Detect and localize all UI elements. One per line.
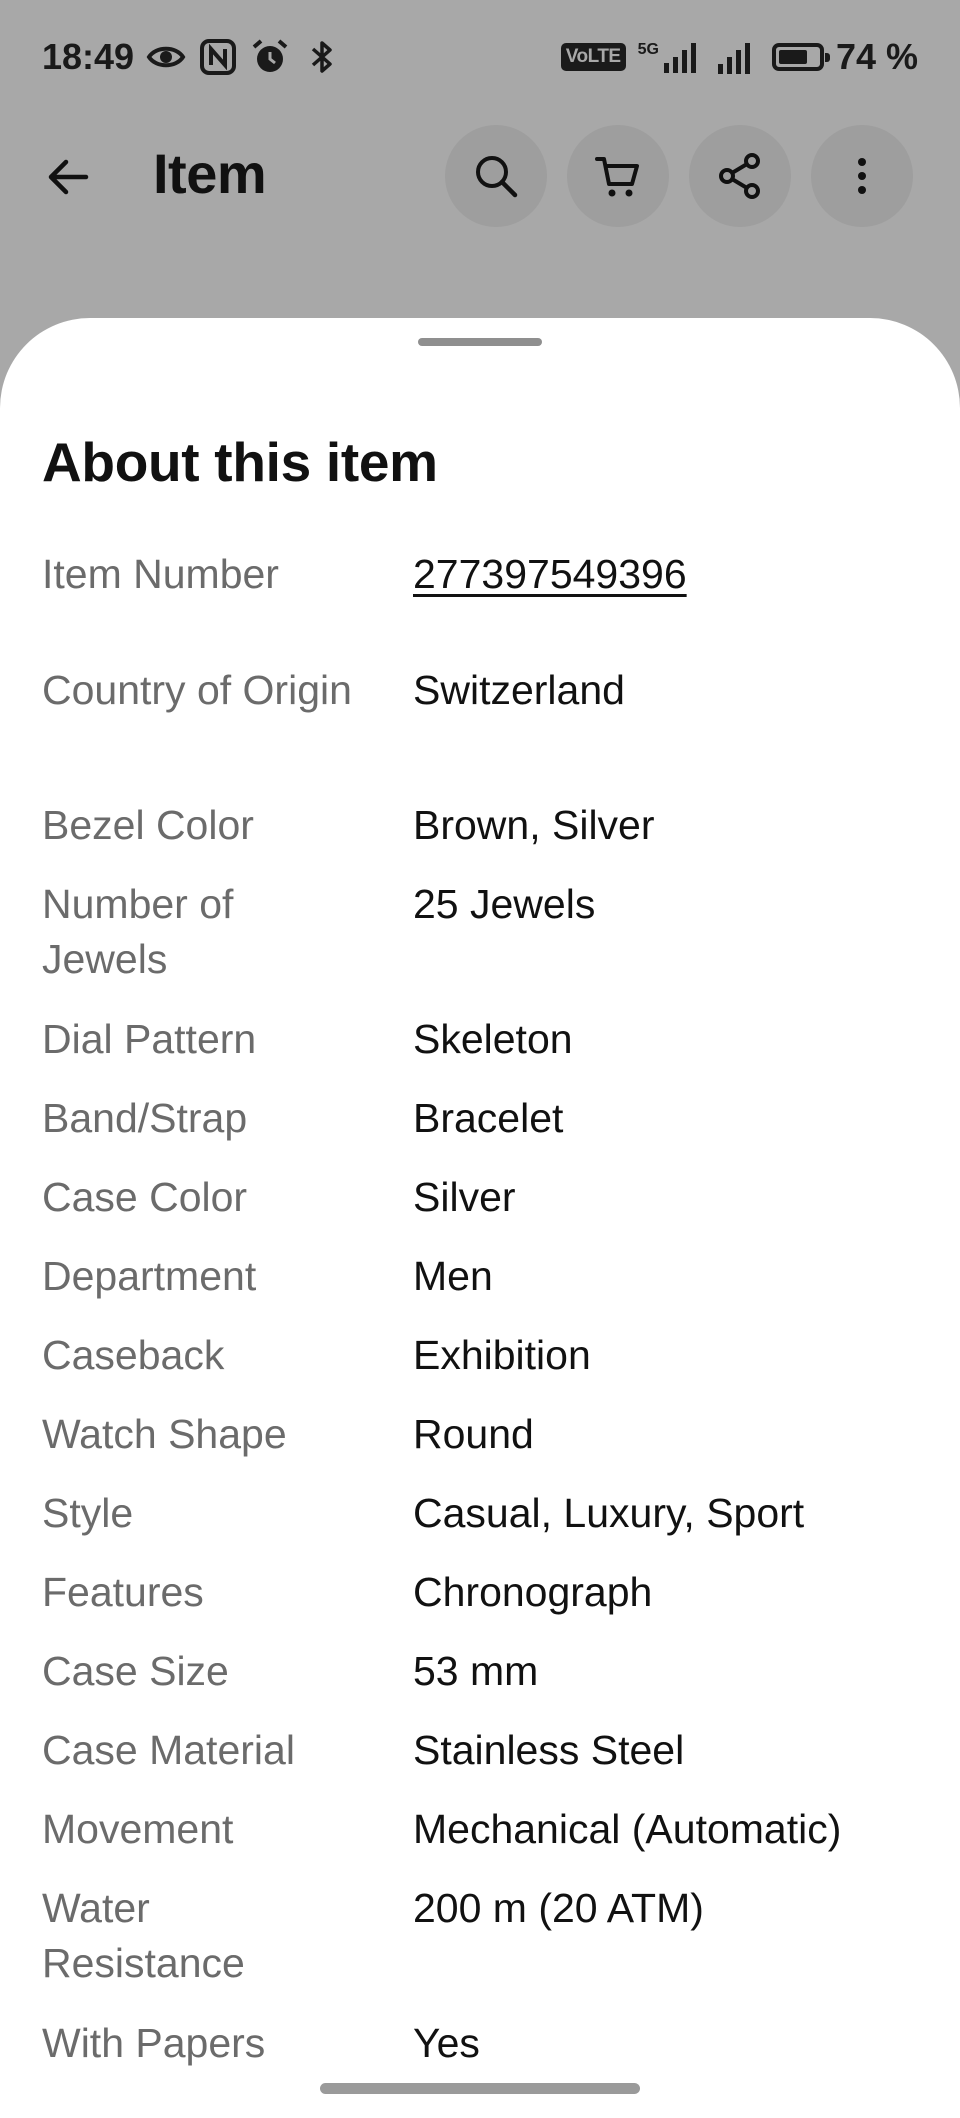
spec-value: Switzerland [413,667,625,713]
spec-value: Round [413,1411,534,1457]
spec-label: Bezel Color [42,802,254,848]
spec-value: Bracelet [413,1095,564,1141]
spec-label: With Papers [42,2020,266,2066]
signal-bars-icon-2 [717,43,750,74]
spec-label: Features [42,1569,204,1615]
share-button[interactable] [689,125,791,227]
spec-label: Style [42,1490,134,1536]
status-right: VoLTE 5G 74 % [560,36,918,78]
item-number-link[interactable]: 277397549396 [413,547,933,602]
spec-label: Number of Jewels [42,881,234,982]
spec-value: Men [413,1253,493,1299]
volte-badge: VoLTE [560,43,626,71]
spec-value: Skeleton [413,1016,573,1062]
spec-value: 53 mm [413,1648,539,1694]
spec-label: Case Color [42,1174,248,1220]
spec-label: Water Resistance [42,1885,245,1986]
battery-fill [778,50,808,64]
spec-value: Chronograph [413,1569,653,1615]
gesture-nav-bar[interactable] [320,2083,640,2094]
spec-value: Brown, Silver [413,802,655,848]
spec-label: Country of Origin [42,667,352,713]
spec-value: Stainless Steel [413,1727,685,1773]
spec-value: 200 m (20 ATM) [413,1885,704,1931]
search-icon [476,156,518,198]
network-label: 5G [637,41,659,58]
spec-value: Mechanical (Automatic) [413,1806,842,1852]
eye-icon [146,46,186,68]
search-button[interactable] [445,125,547,227]
spec-label: Case Material [42,1727,295,1773]
cart-icon [595,157,639,197]
arrow-left-icon [48,159,89,195]
app-bar: Item [0,125,960,227]
spec-value: Silver [413,1174,516,1220]
signal-5g-icon: 5G [638,41,702,73]
status-time: 18:49 [42,36,135,77]
share-icon [719,153,760,199]
about-item-sheet: About this item Item Number 277397549396… [0,318,960,2118]
status-left: 18:49 [42,36,342,78]
page-title: Item [153,142,267,205]
more-vertical-icon [858,158,866,194]
back-button[interactable] [40,149,96,205]
nfc-icon [200,39,237,75]
cart-button[interactable] [567,125,669,227]
more-options-button[interactable] [811,125,913,227]
spec-label: Dial Pattern [42,1016,257,1062]
spec-label: Department [42,1253,257,1299]
spec-label: Case Size [42,1648,229,1694]
alarm-icon [252,39,288,72]
battery-icon [771,43,830,71]
spec-list: Item Number 277397549396 Country of Orig… [0,318,960,2066]
signal-bars-icon [663,43,696,73]
battery-percent: 74 % [835,36,918,77]
spec-value: Yes [413,2020,480,2066]
spec-value: Exhibition [413,1332,591,1378]
spec-label: Watch Shape [42,1411,287,1457]
status-bar: 18:49 VoLTE 5G 74 % [0,0,960,114]
spec-value: Casual, Luxury, Sport [413,1490,805,1536]
spec-label: Caseback [42,1332,225,1378]
bluetooth-icon [311,41,332,73]
spec-value: 25 Jewels [413,881,596,927]
spec-label: Band/Strap [42,1095,248,1141]
spec-label: Item Number [42,551,279,597]
spec-label: Movement [42,1806,234,1852]
